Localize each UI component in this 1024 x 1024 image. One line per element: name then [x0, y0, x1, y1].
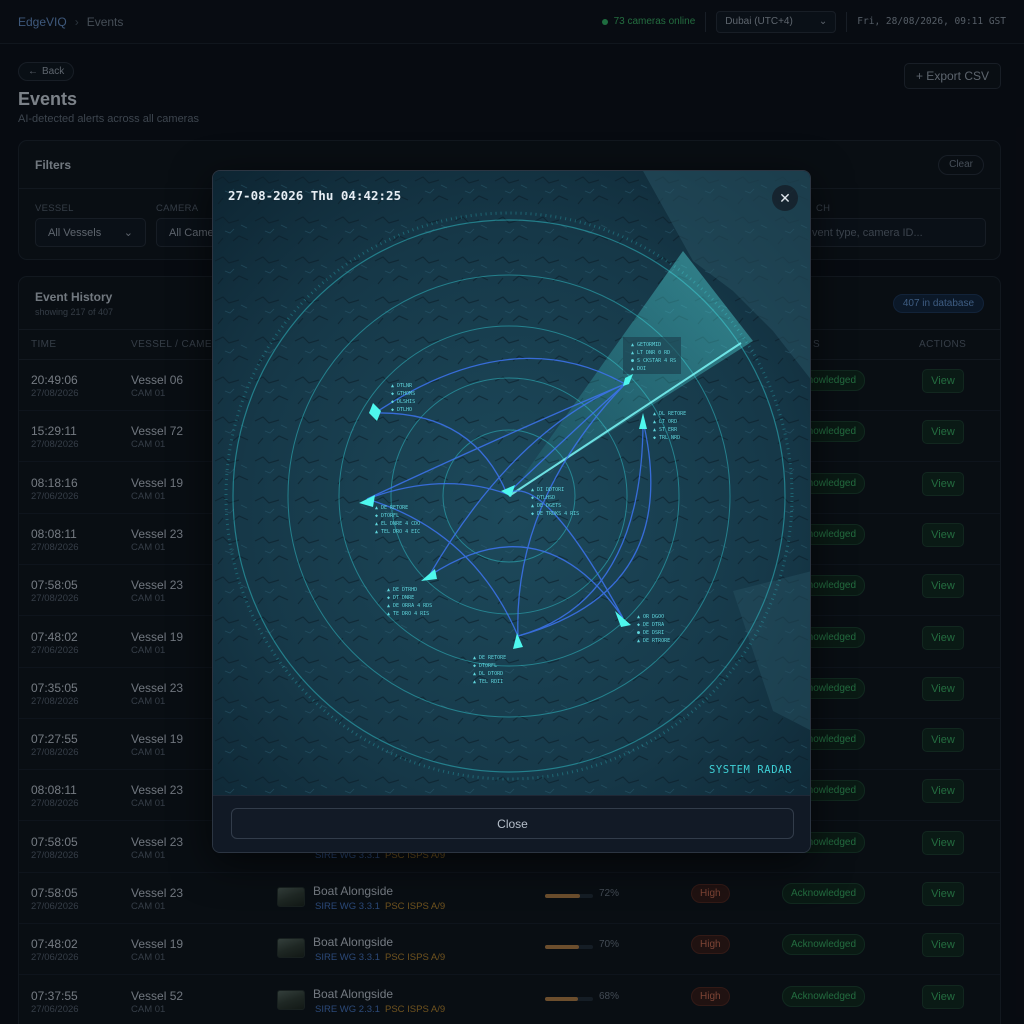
svg-text:▲ DOI: ▲ DOI: [631, 366, 646, 372]
svg-text:◆ DTORFL: ◆ DTORFL: [375, 513, 399, 519]
svg-text:▲ GETORMID: ▲ GETORMID: [631, 342, 661, 348]
svg-text:▲ TE DRO 4 RIS: ▲ TE DRO 4 RIS: [387, 611, 429, 617]
svg-text:▲ EL DNRE 4 CDO: ▲ EL DNRE 4 CDO: [375, 521, 420, 527]
svg-text:◆ DTORFL: ◆ DTORFL: [473, 663, 497, 669]
svg-text:▲ TEL RDII: ▲ TEL RDII: [473, 679, 503, 685]
svg-text:◆ DE DTRA: ◆ DE DTRA: [637, 622, 664, 628]
svg-text:▲ DE ORRA 4 RDS: ▲ DE ORRA 4 RDS: [387, 603, 432, 609]
svg-text:▲ DE RETORE: ▲ DE RETORE: [375, 505, 408, 511]
svg-text:▲ TEL DRO 4 EIC: ▲ TEL DRO 4 EIC: [375, 529, 420, 535]
radar-display: ▲ GETORMID ▲ LT DNR 0 RD ● S CKSTAR 4 RS ▲ …: [213, 171, 810, 795]
svg-text:◆ DTLHO: ◆ DTLHO: [391, 407, 412, 413]
svg-text:▲ LT DNR 0 RD: ▲ LT DNR 0 RD: [631, 350, 670, 356]
svg-text:◆ DLSHIS: ◆ DLSHIS: [391, 399, 415, 405]
radar-label: SYSTEM RADAR: [708, 764, 792, 776]
svg-text:◆ DT DNRE: ◆ DT DNRE: [387, 595, 414, 601]
svg-text:▲ DE DGETS: ▲ DE DGETS: [531, 503, 561, 509]
event-snapshot-modal: ▲ GETORMID ▲ LT DNR 0 RD ● S CKSTAR 4 RS ▲ …: [212, 170, 811, 853]
svg-text:▲ DE DTRHD: ▲ DE DTRHD: [387, 587, 417, 593]
close-button[interactable]: Close: [231, 808, 794, 839]
svg-text:◆ GTHOMS: ◆ GTHOMS: [391, 391, 415, 397]
svg-text:◆ DE TRDKS 4 RIS: ◆ DE TRDKS 4 RIS: [531, 511, 579, 517]
svg-text:◆ TRL NRD: ◆ TRL NRD: [653, 435, 680, 441]
svg-text:◆ DTLHSD: ◆ DTLHSD: [531, 495, 555, 501]
svg-text:▲ LT ORD: ▲ LT ORD: [653, 419, 677, 425]
radar-image: ▲ GETORMID ▲ LT DNR 0 RD ● S CKSTAR 4 RS ▲ …: [213, 171, 810, 795]
svg-text:▲ DL RETORE: ▲ DL RETORE: [653, 411, 686, 417]
close-icon[interactable]: ✕: [772, 185, 798, 211]
svg-text:▲ DL DTORD: ▲ DL DTORD: [473, 671, 503, 677]
snapshot-timestamp: 27-08-2026 Thu 04:42:25: [228, 188, 402, 203]
svg-text:▲ ST ERR: ▲ ST ERR: [653, 427, 678, 433]
modal-footer: Close: [213, 795, 810, 852]
svg-text:▲ DE RETORE: ▲ DE RETORE: [473, 655, 506, 661]
svg-text:● DE DSRI: ● DE DSRI: [637, 630, 664, 636]
svg-text:▲ OR DGOO: ▲ OR DGOO: [637, 614, 664, 620]
svg-text:▲ DTLNR: ▲ DTLNR: [391, 383, 413, 389]
svg-text:▲ DI DDTORI: ▲ DI DDTORI: [531, 487, 564, 493]
svg-text:● S CKSTAR 4 RS: ● S CKSTAR 4 RS: [631, 358, 676, 364]
svg-text:▲ DE RTRORE: ▲ DE RTRORE: [637, 638, 670, 644]
